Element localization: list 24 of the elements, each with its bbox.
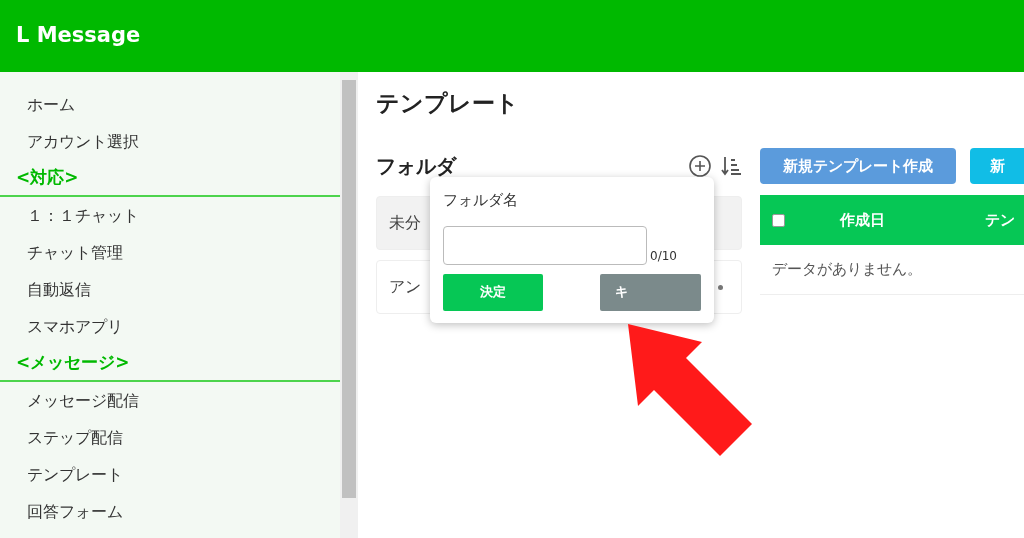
sidebar-item[interactable]: ステップ配信 (0, 419, 340, 456)
field-label: フォルダ名 (443, 190, 519, 211)
cancel-button[interactable]: キ (600, 273, 701, 311)
sidebar-item[interactable]: スマホアプリ (0, 308, 340, 345)
page-title: テンプレート (376, 89, 520, 118)
sidebar-item[interactable]: ホーム (0, 86, 340, 123)
scrollbar[interactable] (340, 72, 358, 538)
folder-name-field[interactable] (443, 225, 647, 265)
sidebar-item[interactable]: アカウント選択 (0, 123, 340, 160)
character-counter: 0/10 (650, 247, 677, 265)
more-icon[interactable] (718, 284, 723, 290)
sidebar-item[interactable]: 回答フォーム (0, 493, 340, 530)
empty-message: データがありません。 (772, 259, 922, 281)
column-header: テン (985, 209, 1015, 231)
column-header: 作成日 (840, 209, 885, 231)
sidebar-item[interactable]: メッセージ配信 (0, 382, 340, 419)
sidebar-item[interactable]: チャット管理 (0, 234, 340, 271)
folder-heading: フォルダ (376, 153, 458, 180)
sidebar-item[interactable]: 自動返信 (0, 271, 340, 308)
sidebar-item[interactable]: テンプレート (0, 456, 340, 493)
select-all-checkbox[interactable] (772, 213, 785, 227)
sort-icon[interactable] (720, 155, 742, 177)
add-circle-icon[interactable] (688, 154, 712, 178)
sidebar-item[interactable]: １：１チャット (0, 197, 340, 234)
